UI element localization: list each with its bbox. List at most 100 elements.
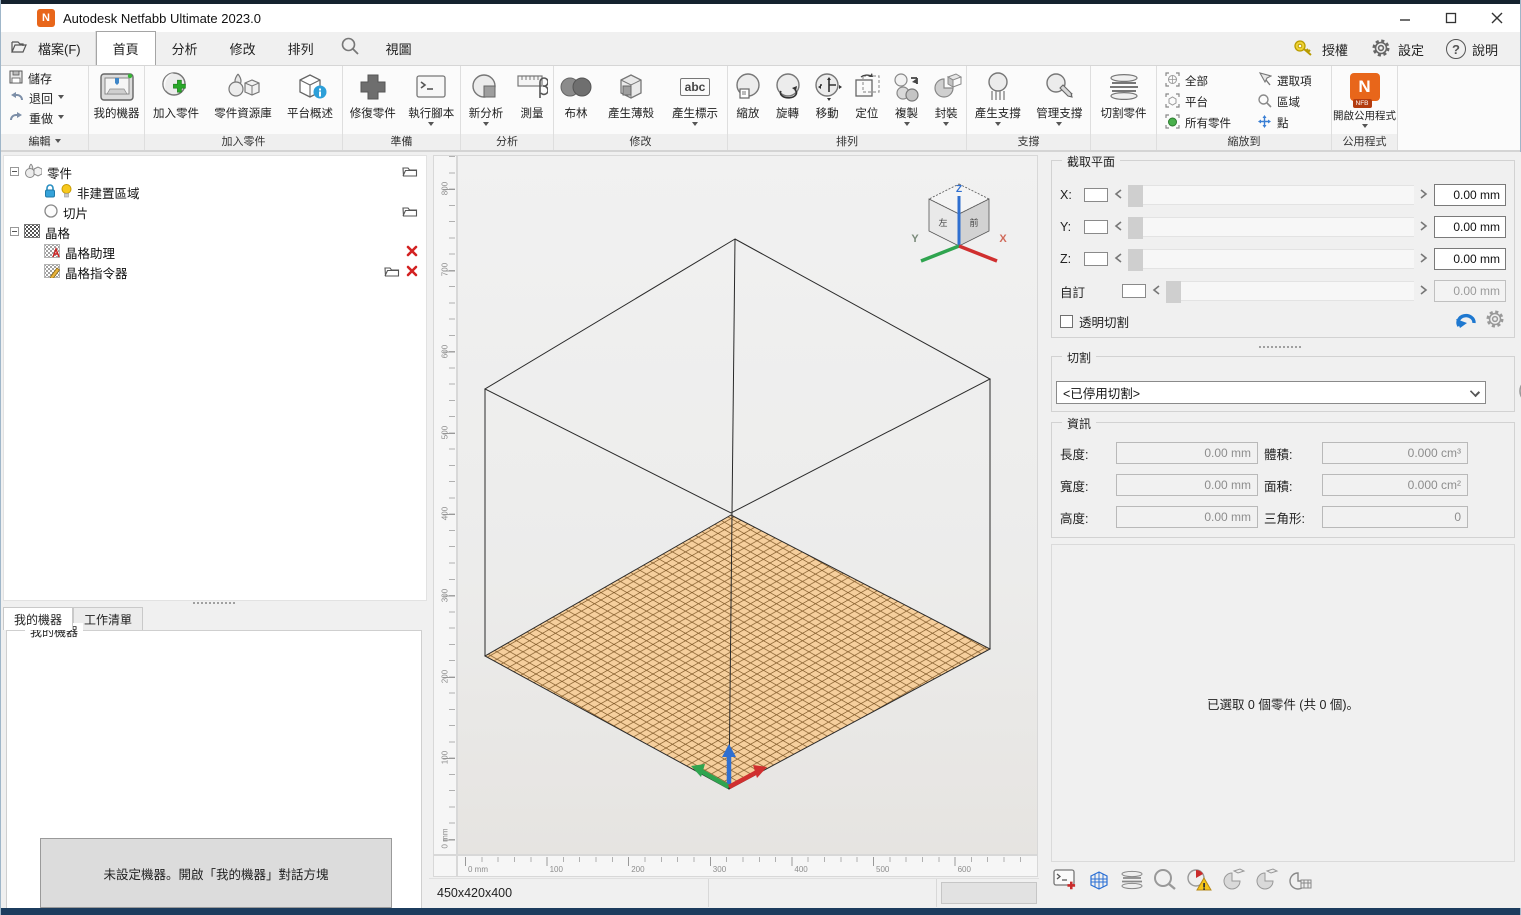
tab-view[interactable]: 視圖 (370, 31, 428, 65)
save-button[interactable]: 儲存 (9, 70, 88, 87)
close-button[interactable] (1474, 4, 1520, 32)
tree-item-slices[interactable]: 切片 (4, 202, 426, 222)
delete-icon[interactable] (406, 245, 418, 260)
tab-arrange[interactable]: 排列 (272, 31, 330, 65)
pack-button[interactable]: 封裝 (926, 66, 966, 134)
position-button[interactable]: 定位 (847, 66, 887, 134)
boolean-button[interactable]: 布林 (554, 66, 598, 134)
slider-right-arrow-icon[interactable] (1420, 186, 1428, 204)
new-analysis-dropdown-caret[interactable] (483, 122, 489, 129)
add-part-button[interactable]: 加入零件 (145, 66, 207, 134)
part-library-button[interactable]: 零件資源庫 (207, 66, 279, 134)
my-machine-button[interactable]: 我的機器 (89, 66, 144, 134)
run-script-dropdown-caret[interactable] (428, 122, 434, 129)
zoom-status-icon[interactable] (1152, 868, 1178, 897)
title-bar[interactable]: N Autodesk Netfabb Ultimate 2023.0 (1, 4, 1520, 32)
minimize-button[interactable] (1382, 4, 1428, 32)
machine-not-set-button[interactable]: 未設定機器。開啟「我的機器」對話方塊 (40, 838, 392, 908)
custom-plane-slider[interactable] (1166, 281, 1414, 301)
zoom-region-button[interactable]: 區域 (1257, 91, 1337, 112)
duplicate-dropdown-caret[interactable] (904, 122, 910, 129)
run-script-button[interactable]: 執行腳本 (402, 66, 460, 134)
move-button[interactable]: 移動 (807, 66, 847, 134)
navigation-cube[interactable]: Z Y X 左 前 (909, 174, 1009, 274)
clipping-settings-gear-icon[interactable] (1484, 308, 1506, 335)
new-script-icon[interactable] (1053, 868, 1079, 897)
slider-right-arrow-icon[interactable] (1420, 250, 1428, 268)
maximize-button[interactable] (1428, 4, 1474, 32)
tree-item-lattice[interactable]: 晶格 (4, 222, 426, 242)
tree-item-parts[interactable]: 零件 (4, 162, 426, 182)
zoom-platform-button[interactable]: 平台 (1165, 91, 1257, 112)
undo-dropdown-caret[interactable] (58, 95, 64, 102)
custom-slider-thumb[interactable] (1166, 281, 1181, 303)
open-folder-icon[interactable] (402, 205, 418, 220)
x-axis-checkbox[interactable] (1084, 188, 1108, 202)
tab-my-machine[interactable]: 我的機器 (3, 607, 73, 630)
rotate-button[interactable]: 旋轉 (768, 66, 808, 134)
duplicate-button[interactable]: 複製 (887, 66, 927, 134)
y-value-field[interactable]: 0.00 mm (1434, 216, 1506, 238)
y-axis-checkbox[interactable] (1084, 220, 1108, 234)
slider-left-arrow-icon[interactable] (1114, 186, 1122, 204)
utilities-dropdown-caret[interactable] (1362, 124, 1368, 131)
redo-button[interactable]: 重做 (9, 110, 88, 127)
tab-modify[interactable]: 修改 (214, 31, 272, 65)
tab-analysis[interactable]: 分析 (156, 31, 214, 65)
zoom-point-button[interactable]: 點 (1257, 112, 1337, 133)
create-shell-button[interactable]: 產生薄殼 (598, 66, 664, 134)
slider-left-arrow-icon[interactable] (1114, 250, 1122, 268)
z-value-field[interactable]: 0.00 mm (1434, 248, 1506, 270)
tab-work-list[interactable]: 工作清單 (73, 607, 143, 630)
expander-icon[interactable] (10, 165, 19, 179)
file-menu-button[interactable]: 檔案(F) (1, 31, 96, 65)
settings-button[interactable]: 設定 (1362, 37, 1432, 62)
z-slider-thumb[interactable] (1128, 249, 1143, 271)
repair-part-button[interactable]: 修復零件 (343, 66, 402, 134)
zoom-all-button[interactable]: 全部 (1165, 70, 1257, 91)
tree-item-no-build-zone[interactable]: 非建置區域 (4, 182, 426, 202)
manage-support-dropdown-caret[interactable] (1056, 122, 1062, 129)
measure-button[interactable]: 測量 (511, 66, 553, 134)
help-button[interactable]: ? 說明 (1438, 39, 1506, 59)
repair-warning-icon[interactable] (1185, 868, 1213, 897)
tree-item-lattice-commander[interactable]: 晶格指令器 (4, 262, 426, 282)
x-axis-slider[interactable] (1128, 185, 1414, 205)
slider-left-arrow-icon[interactable] (1114, 218, 1122, 236)
rotate-view-2-icon[interactable] (1253, 868, 1279, 897)
create-support-button[interactable]: 產生支撐 (967, 66, 1029, 134)
z-axis-slider[interactable] (1128, 249, 1414, 269)
reset-clipping-icon[interactable] (1454, 309, 1478, 334)
license-button[interactable]: 授權 (1284, 38, 1356, 61)
zoom-all-parts-button[interactable]: 所有零件 (1165, 112, 1257, 133)
slice-view-icon[interactable] (1119, 868, 1145, 897)
create-support-dropdown-caret[interactable] (995, 122, 1001, 129)
manage-support-button[interactable]: 管理支撐 (1029, 66, 1091, 134)
slider-right-arrow-icon[interactable] (1420, 282, 1428, 300)
open-folder-icon[interactable] (384, 265, 400, 280)
search-button[interactable] (330, 31, 370, 65)
pack-dropdown-caret[interactable] (943, 122, 949, 129)
create-label-button[interactable]: abc 產生標示 (664, 66, 726, 134)
custom-plane-checkbox[interactable] (1122, 284, 1146, 298)
x-slider-thumb[interactable] (1128, 185, 1143, 207)
cut-part-button[interactable]: 切割零件 (1091, 66, 1156, 134)
create-label-dropdown-caret[interactable] (692, 122, 698, 129)
transparent-cut-checkbox[interactable] (1060, 315, 1073, 328)
undo-button[interactable]: 退回 (9, 90, 88, 107)
tree-splitter-grip[interactable] (193, 602, 235, 604)
slider-right-arrow-icon[interactable] (1420, 218, 1428, 236)
z-axis-checkbox[interactable] (1084, 252, 1108, 266)
x-value-field[interactable]: 0.00 mm (1434, 184, 1506, 206)
expander-icon[interactable] (10, 225, 19, 239)
edit-group-label[interactable]: 編輯 (1, 134, 88, 150)
new-analysis-button[interactable]: 新分析 (461, 66, 511, 134)
rotate-view-icon[interactable] (1220, 868, 1246, 897)
zoom-selection-button[interactable]: 選取項 (1257, 70, 1337, 91)
right-panel-grip[interactable] (1259, 346, 1301, 348)
open-utilities-button[interactable]: N NFB 開啟公用程式 (1332, 66, 1397, 134)
lattice-view-icon[interactable] (1086, 868, 1112, 897)
tab-home[interactable]: 首頁 (96, 31, 156, 65)
tree-item-lattice-assistant[interactable]: 晶格助理 (4, 242, 426, 262)
scale-button[interactable]: 縮放 (728, 66, 768, 134)
